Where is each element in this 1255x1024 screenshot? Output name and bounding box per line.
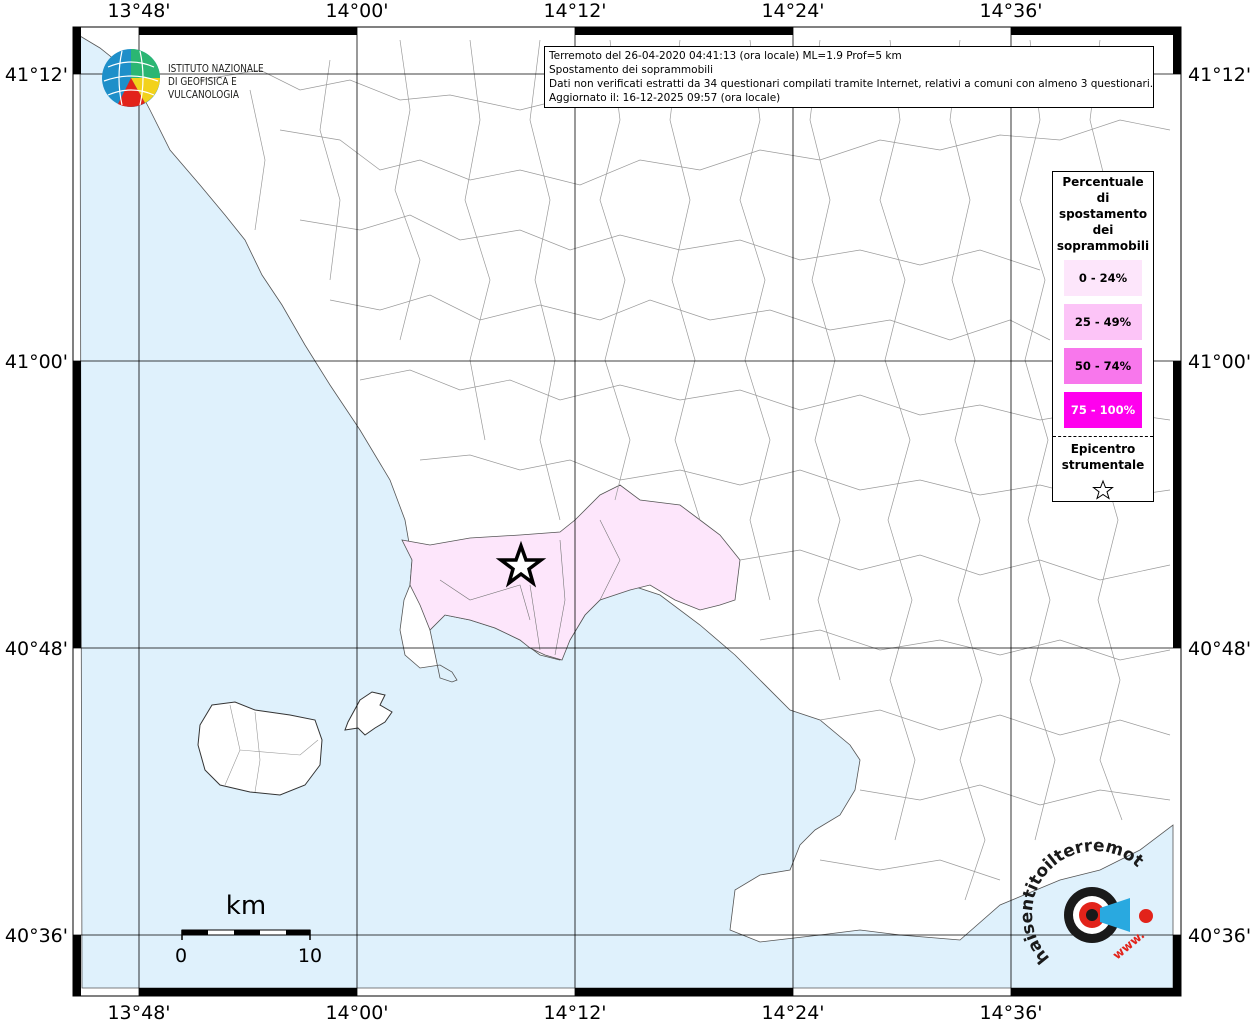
lat-label: 40°36' xyxy=(5,925,68,947)
star-icon xyxy=(1092,479,1114,500)
lon-label: 13°48' xyxy=(107,1002,170,1024)
lat-label: 41°12' xyxy=(5,64,68,86)
legend-item-0-24: 0 - 24% xyxy=(1064,260,1142,296)
lon-label: 14°12' xyxy=(543,0,606,22)
legend-title-line: soprammobili xyxy=(1056,239,1150,253)
lat-label: 40°48' xyxy=(5,638,68,660)
legend-epicenter-line: strumentale xyxy=(1061,458,1145,472)
legend-title-line: spostamento xyxy=(1058,207,1148,221)
ingv-logo-line1: ISTITUTO NAZIONALE xyxy=(168,63,264,75)
scale-end: 10 xyxy=(298,945,322,967)
legend-title-line: di xyxy=(1096,191,1110,205)
longitude-labels-top: 13°48' 14°00' 14°12' 14°24' 14°36' xyxy=(107,0,1042,22)
legend-title-line: dei xyxy=(1092,223,1114,237)
lon-label: 14°36' xyxy=(979,1002,1042,1024)
event-parameter: Spostamento dei soprammobili xyxy=(549,64,713,76)
lat-label: 41°00' xyxy=(1188,351,1251,373)
legend-item-75-100: 75 - 100% xyxy=(1064,392,1142,428)
lon-label: 14°24' xyxy=(761,1002,824,1024)
longitude-labels-bottom: 13°48' 14°00' 14°12' 14°24' 14°36' xyxy=(107,1002,1042,1024)
scale-unit: km xyxy=(226,891,266,921)
legend-epicenter-line: Epicentro xyxy=(1070,442,1136,456)
lon-label: 14°24' xyxy=(761,0,824,22)
lon-label: 14°00' xyxy=(325,0,388,22)
scale-start: 0 xyxy=(175,945,187,967)
ingv-logo: ISTITUTO NAZIONALE DI GEOFISICA E VULCAN… xyxy=(100,47,320,109)
legend: Percentuale di spostamento dei soprammob… xyxy=(1052,171,1154,502)
lat-label: 41°12' xyxy=(1188,64,1251,86)
latitude-labels-left: 41°12' 41°00' 40°48' 40°36' xyxy=(5,64,68,947)
lat-label: 40°48' xyxy=(1188,638,1251,660)
map-canvas: 13°48' 14°00' 14°12' 14°24' 14°36' 13°48… xyxy=(0,0,1251,1024)
legend-item-50-74: 50 - 74% xyxy=(1064,348,1142,384)
lat-label: 41°00' xyxy=(5,351,68,373)
latitude-labels-right: 41°12' 41°00' 40°48' 40°36' xyxy=(1188,64,1251,947)
event-data-note: Dati non verificati estratti da 34 quest… xyxy=(549,78,1154,90)
ingv-logo-line2: DI GEOFISICA E VULCANOLOGIA xyxy=(168,76,239,101)
lon-label: 14°00' xyxy=(325,1002,388,1024)
lon-label: 14°12' xyxy=(543,1002,606,1024)
ingv-globe-icon xyxy=(102,49,160,107)
event-title: Terremoto del 26-04-2020 04:41:13 (ora l… xyxy=(549,50,902,62)
legend-epicenter: Epicentro strumentale xyxy=(1053,437,1153,505)
lon-label: 13°48' xyxy=(107,0,170,22)
lon-label: 14°36' xyxy=(979,0,1042,22)
legend-item-25-49: 25 - 49% xyxy=(1064,304,1142,340)
event-updated: Aggiornato il: 16-12-2025 09:57 (ora loc… xyxy=(549,92,781,104)
legend-title-line: Percentuale xyxy=(1062,175,1144,189)
event-info-box: Terremoto del 26-04-2020 04:41:13 (ora l… xyxy=(544,46,1154,108)
legend-title: Percentuale di spostamento dei soprammob… xyxy=(1053,172,1153,254)
lat-label: 40°36' xyxy=(1188,925,1251,947)
